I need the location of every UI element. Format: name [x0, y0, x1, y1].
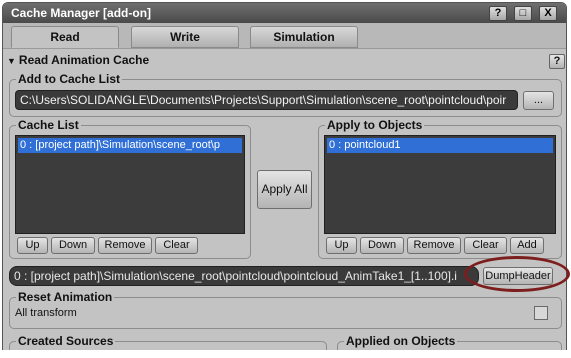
apply-to-objects-list-box[interactable]: 0 : pointcloud1	[324, 135, 556, 234]
cache-list-up-button[interactable]: Up	[17, 237, 48, 254]
tab-write[interactable]: Write	[131, 26, 239, 48]
objects-up-button[interactable]: Up	[326, 237, 357, 254]
window-maximize-button[interactable]: □	[514, 6, 532, 21]
objects-down-button[interactable]: Down	[360, 237, 404, 254]
cache-info-field: 0 : [project path]\Simulation\scene_root…	[9, 266, 479, 286]
cache-list-down-button[interactable]: Down	[51, 237, 95, 254]
cache-list-clear-button[interactable]: Clear	[155, 237, 198, 254]
window-close-button[interactable]: X	[539, 6, 557, 21]
cache-list-remove-button[interactable]: Remove	[98, 237, 152, 254]
window-help-button[interactable]: ?	[489, 6, 507, 21]
cache-list-box[interactable]: 0 : [project path]\Simulation\scene_root…	[15, 135, 245, 234]
apply-all-button[interactable]: Apply All	[257, 170, 312, 209]
cache-path-field[interactable]: C:\Users\SOLIDANGLE\Documents\Projects\S…	[15, 90, 518, 110]
add-to-cache-label: Add to Cache List	[16, 72, 123, 86]
collapse-triangle-icon[interactable]: ▼	[7, 56, 16, 66]
tab-simulation[interactable]: Simulation	[250, 26, 358, 48]
cache-manager-window: Cache Manager [add-on] ? □ X Read Write …	[2, 2, 567, 354]
all-transform-checkbox[interactable]	[534, 306, 548, 320]
reset-animation-label: Reset Animation	[16, 290, 115, 304]
applied-on-objects-label: Applied on Objects	[344, 334, 458, 348]
section-header[interactable]: ▼ Read Animation Cache	[7, 53, 149, 67]
objects-clear-button[interactable]: Clear	[464, 237, 507, 254]
tab-bar: Read Write Simulation	[3, 23, 566, 49]
section-help-icon[interactable]: ?	[549, 54, 565, 69]
reset-animation-group: Reset Animation	[9, 290, 562, 329]
browse-button[interactable]: ...	[523, 91, 554, 110]
tab-read[interactable]: Read	[11, 26, 119, 48]
title-bar: Cache Manager [add-on] ? □ X	[3, 3, 566, 23]
section-title: Read Animation Cache	[18, 53, 150, 67]
dump-header-button[interactable]: DumpHeader	[483, 267, 553, 285]
list-item[interactable]: 0 : [project path]\Simulation\scene_root…	[18, 138, 242, 153]
apply-to-objects-label: Apply to Objects	[325, 118, 425, 132]
objects-remove-button[interactable]: Remove	[407, 237, 461, 254]
all-transform-label: All transform	[15, 307, 77, 319]
cache-list-label: Cache List	[16, 118, 81, 132]
created-sources-label: Created Sources	[16, 334, 116, 348]
objects-add-button[interactable]: Add	[510, 237, 544, 254]
window-title: Cache Manager [add-on]	[11, 6, 152, 20]
list-item[interactable]: 0 : pointcloud1	[327, 138, 553, 153]
torn-edge	[0, 350, 571, 358]
